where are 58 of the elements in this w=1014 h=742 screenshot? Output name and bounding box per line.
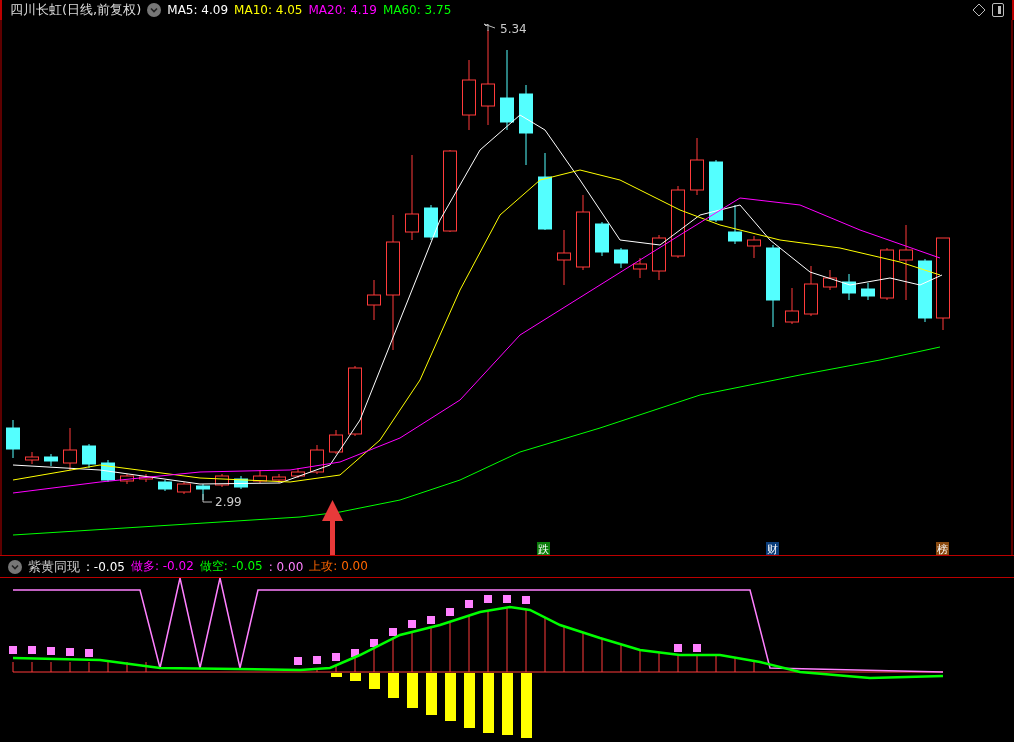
candlestick — [842, 273, 856, 301]
candlestick — [709, 159, 723, 223]
high-price-label: 5.34 — [500, 22, 527, 36]
candlestick — [139, 473, 153, 483]
candlestick — [63, 427, 77, 471]
ma-value: MA60: 3.75 — [382, 3, 452, 17]
candlestick — [6, 419, 20, 459]
candlestick — [861, 282, 875, 301]
candlestick — [652, 234, 666, 281]
candlestick — [804, 265, 818, 317]
candlestick — [158, 479, 172, 492]
candlestick — [253, 469, 267, 484]
candlestick — [614, 247, 628, 269]
candlestick — [462, 59, 476, 131]
up-arrow — [322, 500, 343, 556]
candlestick — [177, 481, 191, 495]
candlestick — [329, 429, 343, 455]
candlestick — [367, 279, 381, 321]
candlestick — [215, 473, 229, 488]
candlestick — [234, 475, 248, 490]
indicator-value: 做多: -0.02 — [130, 558, 194, 575]
candlestick — [785, 287, 799, 325]
candlestick — [918, 258, 932, 323]
diamond-icon[interactable] — [972, 3, 986, 17]
panel-toggle-icon[interactable] — [992, 3, 1004, 17]
candlestick — [823, 269, 837, 291]
candlestick — [690, 137, 704, 196]
indicator-value: 上攻: 0.00 — [309, 558, 368, 575]
candlestick — [44, 453, 58, 467]
event-marker[interactable]: 榜 — [936, 542, 949, 556]
stock-title: 四川长虹(日线,前复权) — [10, 1, 142, 19]
candlestick — [272, 473, 286, 484]
candlestick — [348, 365, 362, 437]
event-marker[interactable]: 财 — [766, 542, 779, 556]
candlestick — [880, 247, 894, 301]
leader-line — [483, 23, 496, 32]
ma-value: MA20: 4.19 — [308, 3, 377, 17]
candlestick — [424, 204, 438, 241]
candlestick — [25, 451, 39, 465]
candlestick — [633, 257, 647, 279]
low-price-label: 2.99 — [215, 495, 242, 509]
dropdown-icon[interactable] — [147, 3, 162, 17]
candlestick — [291, 467, 305, 479]
indicator-value: : 0.00 — [268, 559, 304, 574]
candlestick — [595, 221, 609, 257]
indicator-value: 做空: -0.05 — [199, 558, 263, 575]
leader-line — [202, 493, 213, 503]
candlestick — [747, 235, 761, 259]
event-marker[interactable]: 跌 — [537, 542, 550, 556]
dropdown-icon[interactable] — [8, 559, 22, 574]
indicator-value: : -0.05 — [86, 559, 125, 574]
ma-value: MA10: 4.05 — [234, 3, 303, 17]
candlestick — [82, 443, 96, 469]
ma-value: MA5: 4.09 — [167, 3, 229, 17]
candlestick — [557, 229, 571, 286]
candlestick — [120, 473, 134, 485]
candlestick — [728, 204, 742, 245]
indicator-name: 紫黄同现 — [28, 557, 80, 576]
